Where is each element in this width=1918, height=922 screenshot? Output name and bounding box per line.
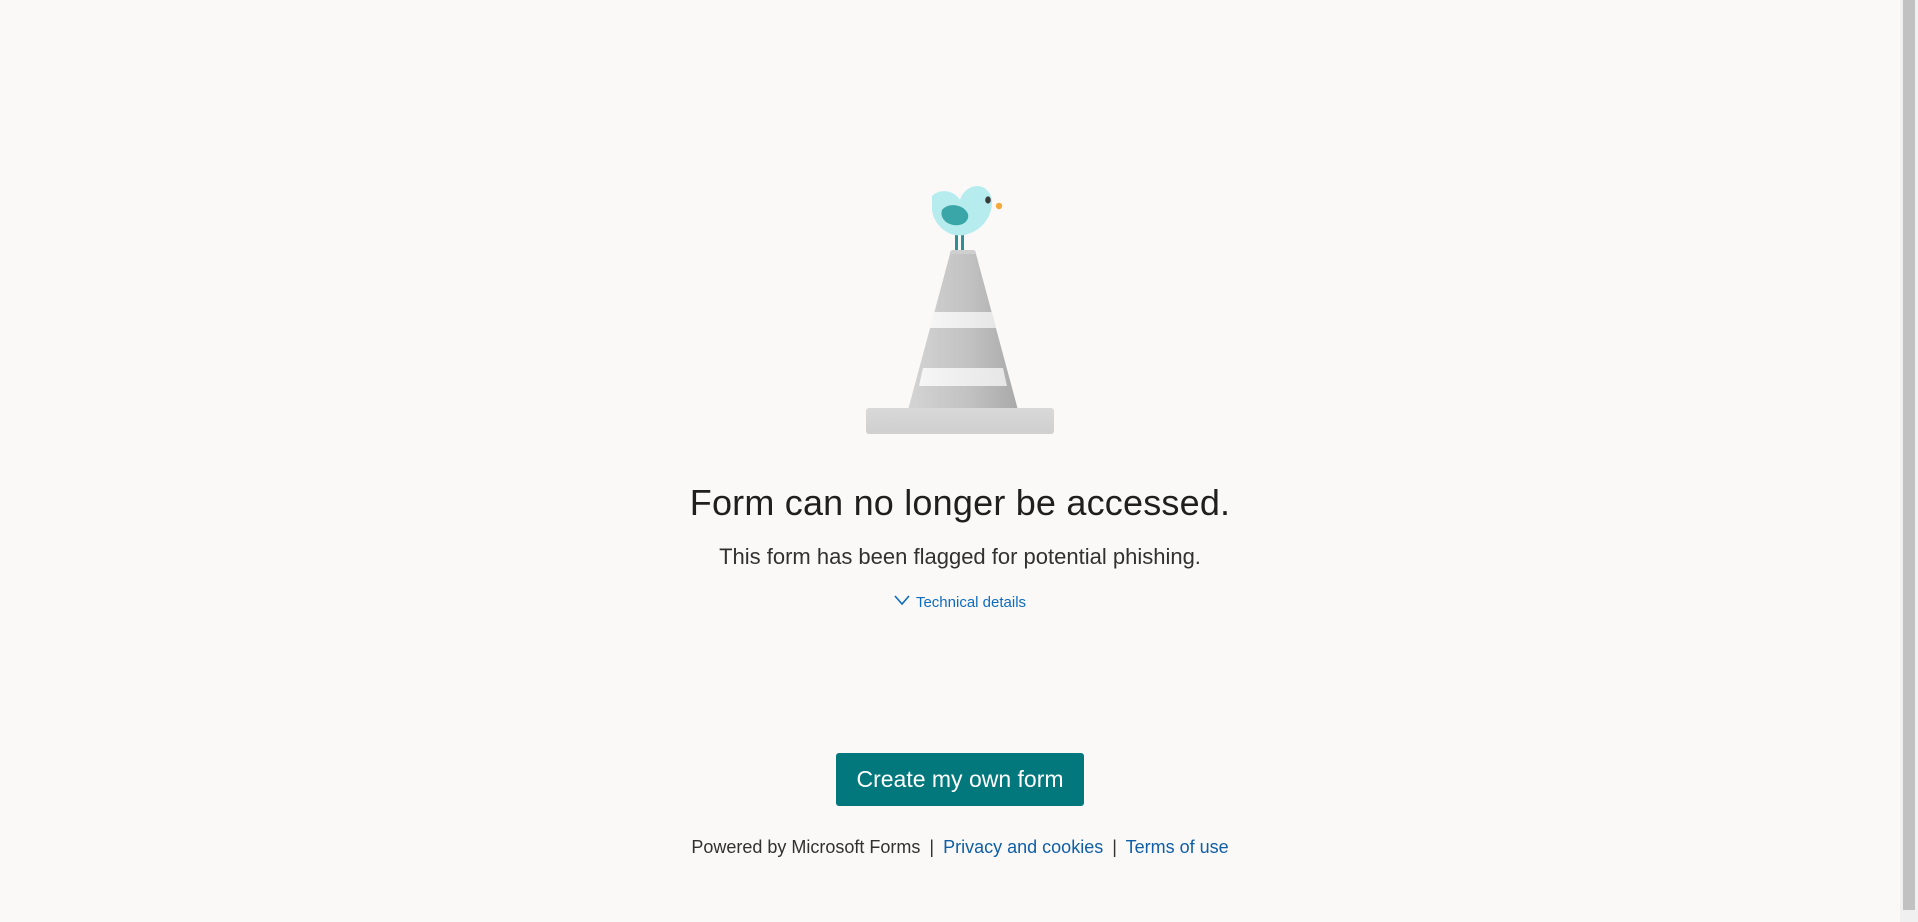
scrollbar-thumb[interactable] [1903, 0, 1915, 910]
create-my-own-form-button[interactable]: Create my own form [836, 753, 1084, 806]
page-subtitle: This form has been flagged for potential… [719, 544, 1201, 569]
terms-of-use-link[interactable]: Terms of use [1126, 837, 1229, 857]
technical-details-toggle[interactable]: Technical details [0, 593, 1918, 611]
main-content: Form can no longer be accessed. This for… [0, 0, 1900, 922]
privacy-and-cookies-link[interactable]: Privacy and cookies [943, 837, 1103, 857]
chevron-down-icon [894, 593, 910, 606]
technical-details-label: Technical details [915, 594, 1027, 611]
footer: Powered by Microsoft Forms | Privacy and… [0, 837, 1918, 858]
powered-by-text: Powered by Microsoft Forms [691, 837, 921, 857]
footer-separator: | [1112, 837, 1117, 857]
page: Form can no longer be accessed. This for… [0, 0, 1918, 922]
footer-separator: | [929, 837, 935, 857]
page-title: Form can no longer be accessed. [689, 482, 1231, 523]
traffic-cone-with-bird-icon [850, 170, 1070, 440]
vertical-scrollbar[interactable] [1900, 0, 1918, 922]
